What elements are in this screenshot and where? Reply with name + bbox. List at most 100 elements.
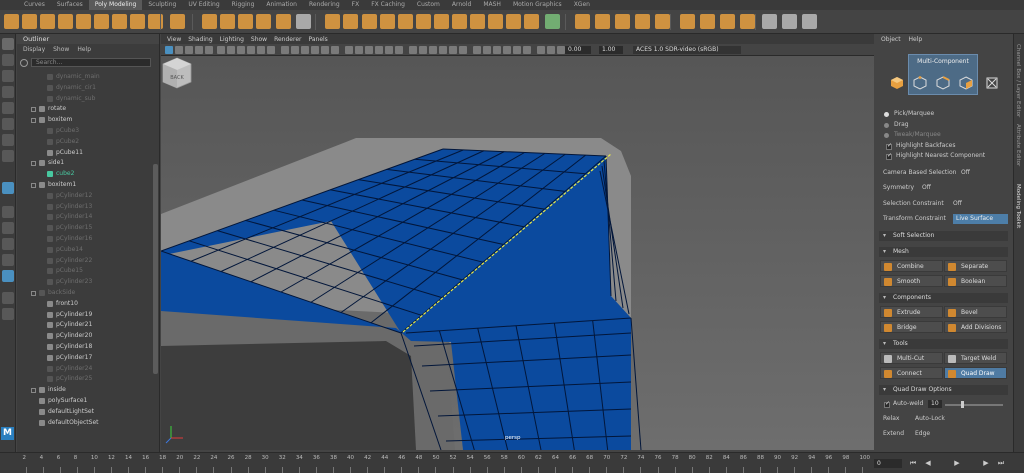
extrude-button[interactable]: Extrude: [880, 306, 943, 318]
attribute-editor-tab[interactable]: Attribute Editor: [1015, 124, 1021, 166]
vertex-mode-icon[interactable]: [913, 76, 927, 90]
diamond-icon[interactable]: [220, 14, 235, 29]
transform-constraint-select[interactable]: Live Surface: [953, 214, 1008, 224]
shelf-tab-surfaces[interactable]: Surfaces: [51, 0, 89, 10]
retopo-icon[interactable]: [452, 14, 467, 29]
viewport-tool-icon[interactable]: [257, 46, 265, 54]
viewport-tool-icon[interactable]: [483, 46, 491, 54]
outliner-item[interactable]: front10: [17, 299, 160, 310]
outliner-scrollbar[interactable]: [153, 164, 158, 374]
viewport-tool-icon[interactable]: [185, 46, 193, 54]
viewport-menu-panels[interactable]: Panels: [308, 36, 327, 43]
viewport-tool-icon[interactable]: [365, 46, 373, 54]
view-cube[interactable]: BACK: [161, 56, 193, 90]
viewport-tool-icon[interactable]: [281, 46, 289, 54]
exposure-field[interactable]: 0.00: [565, 46, 591, 54]
boolean-button[interactable]: Boolean: [944, 275, 1007, 287]
shelf-tab-rigging[interactable]: Rigging: [226, 0, 261, 10]
mesh-section[interactable]: Mesh: [879, 247, 1008, 257]
modeling-toolkit-tab[interactable]: Modeling Toolkit: [1015, 184, 1021, 228]
separate-shelf-icon[interactable]: [343, 14, 358, 29]
camera-selection-value[interactable]: Off: [961, 169, 970, 176]
outliner-item[interactable]: dynamic_sub: [17, 94, 160, 105]
shelf-tab-xgen[interactable]: XGen: [568, 0, 596, 10]
last-tool-icon[interactable]: [2, 150, 14, 162]
outliner-item[interactable]: defaultObjectSet: [17, 418, 160, 429]
shelf-tab-custom[interactable]: Custom: [411, 0, 446, 10]
selection-constraint-value[interactable]: Off: [953, 200, 962, 207]
poly-torus-icon[interactable]: [76, 14, 91, 29]
viewport-tool-icon[interactable]: [345, 46, 353, 54]
outliner-item[interactable]: defaultLightSet: [17, 407, 160, 418]
svg-icon[interactable]: [256, 14, 271, 29]
viewport-tool-icon[interactable]: [523, 46, 531, 54]
viewport-tool-icon[interactable]: [449, 46, 457, 54]
highlight-nearest-checkbox[interactable]: [886, 152, 892, 160]
layout-custom-icon[interactable]: [2, 270, 14, 282]
edge-label[interactable]: Edge: [915, 430, 930, 437]
soft-selection-section[interactable]: Soft Selection: [879, 231, 1008, 241]
object-mode-icon[interactable]: [890, 76, 904, 90]
sculpt-icon[interactable]: [296, 14, 311, 29]
outliner-item[interactable]: dynamic_main: [17, 72, 160, 83]
goto-start-icon[interactable]: ⏮: [909, 459, 917, 467]
shelf-tab-animation[interactable]: Animation: [260, 0, 303, 10]
append-icon[interactable]: [575, 14, 590, 29]
viewport-tool-icon[interactable]: [547, 46, 555, 54]
viewport-tool-icon[interactable]: [409, 46, 417, 54]
shelf-tab-arnold[interactable]: Arnold: [446, 0, 477, 10]
viewport-tool-icon[interactable]: [205, 46, 213, 54]
outliner-item[interactable]: pCube15: [17, 266, 160, 277]
duplicate-icon[interactable]: [680, 14, 695, 29]
goto-end-icon[interactable]: ⏭: [997, 459, 1005, 467]
insert-loop-icon[interactable]: [700, 14, 715, 29]
lasso-tool-icon[interactable]: [2, 54, 14, 66]
auto-weld-slider-handle[interactable]: [961, 401, 964, 408]
combine-shelf-icon[interactable]: [325, 14, 340, 29]
outliner-item[interactable]: rotate: [17, 104, 160, 115]
layout-graph-icon[interactable]: [2, 254, 14, 266]
auto-weld-checkbox[interactable]: [884, 400, 890, 408]
text-icon[interactable]: [238, 14, 253, 29]
target-weld-shelf-icon[interactable]: [782, 14, 797, 29]
outliner-item[interactable]: pCylinder15: [17, 223, 160, 234]
fill-hole-icon[interactable]: [545, 14, 560, 29]
offset-loop-icon[interactable]: [720, 14, 735, 29]
highlight-backfaces-checkbox[interactable]: [886, 142, 892, 150]
viewport-tool-icon[interactable]: [395, 46, 403, 54]
rotate-tool-icon[interactable]: [2, 102, 14, 114]
step-forward-icon[interactable]: ▶: [982, 459, 990, 467]
viewport-tool-icon[interactable]: [439, 46, 447, 54]
current-frame-field[interactable]: 0: [874, 459, 902, 468]
outliner-item[interactable]: side1: [17, 158, 160, 169]
face-mode-icon[interactable]: [959, 76, 973, 90]
shelf-tab-poly-modeling[interactable]: Poly Modeling: [88, 0, 143, 10]
remesh-icon[interactable]: [434, 14, 449, 29]
outliner-item[interactable]: pCylinder18: [17, 342, 160, 353]
viewport-tool-icon[interactable]: [165, 46, 173, 54]
viewport-menu-lighting[interactable]: Lighting: [220, 36, 244, 43]
shelf-tab-uv-editing[interactable]: UV Editing: [182, 0, 225, 10]
bridge-shelf-icon[interactable]: [488, 14, 503, 29]
auto-weld-field[interactable]: 10: [928, 400, 942, 408]
outliner-item[interactable]: pCube3: [17, 126, 160, 137]
viewport-3d[interactable]: BACK persp: [161, 56, 874, 450]
paint-select-icon[interactable]: [2, 70, 14, 82]
viewport-tool-icon[interactable]: [429, 46, 437, 54]
boolean-shelf-icon[interactable]: [416, 14, 431, 29]
poly-disc-icon[interactable]: [112, 14, 127, 29]
viewport-tool-icon[interactable]: [195, 46, 203, 54]
viewport-tool-icon[interactable]: [311, 46, 319, 54]
edge-mode-icon[interactable]: [936, 76, 950, 90]
channel-box-tab[interactable]: Channel Box / Layer Editor: [1015, 44, 1021, 117]
outliner-item[interactable]: pCylinder23: [17, 277, 160, 288]
expand-toggle-icon[interactable]: [31, 107, 36, 113]
step-back-icon[interactable]: ◀: [924, 459, 932, 467]
extrude-shelf-icon[interactable]: [470, 14, 485, 29]
multi-cut-shelf-icon[interactable]: [740, 14, 755, 29]
viewport-tool-icon[interactable]: [247, 46, 255, 54]
select-tool-icon[interactable]: [2, 38, 14, 50]
smooth-shelf-icon[interactable]: [362, 14, 377, 29]
expand-toggle-icon[interactable]: [31, 118, 36, 124]
viewport-tool-icon[interactable]: [459, 46, 467, 54]
